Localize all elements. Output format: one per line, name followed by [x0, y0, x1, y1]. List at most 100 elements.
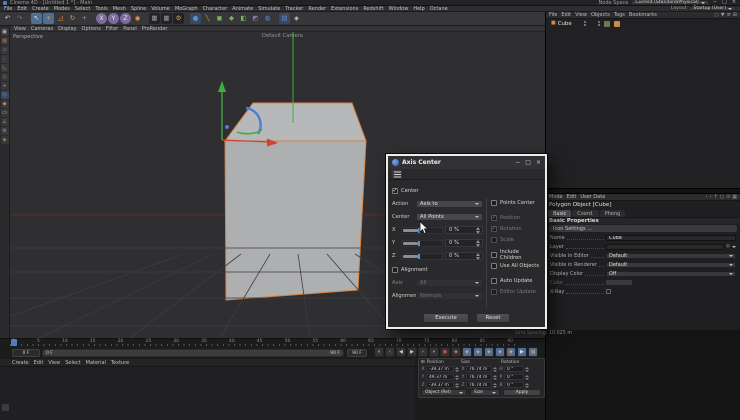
size-mode-select[interactable]: Size [470, 389, 500, 396]
viewport-menu-item[interactable]: Filter [106, 26, 118, 32]
dialog-maximize-button[interactable]: □ [525, 159, 531, 166]
am-icon[interactable]: ▦ [732, 194, 737, 200]
center-checkbox[interactable]: ✓ [392, 188, 398, 194]
transport-button[interactable]: ● [440, 347, 450, 357]
toolbar-button[interactable]: ▦ [149, 13, 160, 24]
node-space-select[interactable]: Current (Standard/Physical) [631, 0, 709, 5]
position-input[interactable]: -39.37 m [426, 382, 454, 388]
name-input[interactable]: Cube [606, 234, 736, 241]
am-menu-item[interactable]: User Data [580, 194, 605, 200]
close-button[interactable]: × [731, 0, 737, 5]
toolbar-button[interactable]: ╲ [202, 13, 213, 24]
transport-button[interactable]: ◆ [495, 347, 505, 357]
axis-value-field[interactable]: 0 % [445, 226, 483, 234]
menu-item[interactable]: Animate [232, 6, 253, 12]
om-menu-item[interactable]: File [549, 12, 557, 18]
om-menu-item[interactable]: Bookmarks [629, 12, 657, 18]
menu-item[interactable]: Select [75, 6, 90, 12]
viewport-menu-item[interactable]: ProRender [142, 26, 168, 32]
toolbar-button[interactable]: ↶ [2, 13, 13, 24]
palette-button[interactable]: ▱ [0, 46, 9, 54]
menu-item[interactable]: Window [389, 6, 409, 12]
dialog-titlebar[interactable]: Axis Center − □ × [388, 156, 545, 169]
axis-slider[interactable] [401, 252, 443, 260]
position-input[interactable]: -39.37 m [426, 366, 454, 372]
coord-mode-select[interactable]: Object (Rel) [421, 389, 467, 396]
palette-button[interactable]: ∴ [0, 55, 9, 63]
recent-commands-icon[interactable] [2, 404, 9, 411]
toolbar-button[interactable]: ◿ [55, 13, 66, 24]
menu-item[interactable]: Volume [151, 6, 170, 12]
toolbar-button[interactable]: X [96, 13, 107, 24]
am-menu-item[interactable]: Mode [549, 194, 563, 200]
viewport-menu-item[interactable]: Options [82, 26, 101, 32]
am-icon[interactable]: ‹ [705, 194, 707, 200]
attribute-tab[interactable]: Basic [548, 210, 572, 217]
object-row[interactable]: ■ Cube [551, 20, 740, 27]
spinner[interactable] [525, 374, 529, 380]
rotation-input[interactable]: 0 ° [504, 374, 524, 380]
transport-button[interactable]: ‹ [385, 347, 395, 357]
transport-button[interactable]: ▶ [407, 347, 417, 357]
toolbar-button[interactable]: ◍ [262, 13, 273, 24]
menu-item[interactable]: Octane [430, 6, 448, 12]
menu-item[interactable]: Help [413, 6, 424, 12]
om-menu-item[interactable]: Objects [591, 12, 610, 18]
visible-renderer-select[interactable]: Default [606, 261, 736, 268]
minimize-button[interactable]: − [712, 0, 718, 5]
alignment-checkbox[interactable] [392, 267, 398, 273]
om-menu-item[interactable]: View [575, 12, 587, 18]
size-input[interactable]: 76.74 m [466, 374, 492, 380]
palette-button[interactable]: ◎ [0, 91, 9, 99]
display-color-select[interactable]: Off [606, 270, 736, 277]
toolbar-button[interactable]: + [43, 13, 54, 24]
axis-value-field[interactable]: 0 % [445, 239, 483, 247]
rotation-input[interactable]: 0 ° [504, 382, 524, 388]
execute-button[interactable]: Execute [423, 313, 469, 323]
spinner[interactable] [476, 226, 480, 234]
transport-button[interactable]: ◆ [473, 347, 483, 357]
om-icon[interactable]: ▼ [721, 12, 725, 18]
rotation-input[interactable]: 0 ° [504, 366, 524, 372]
dialog-checkbox-row[interactable]: Include Children [491, 249, 541, 261]
timeline-range-slider[interactable]: 0 F 90 F [42, 349, 344, 357]
toolbar-button[interactable]: ◼ [214, 13, 225, 24]
toolbar-button[interactable]: ↖ [31, 13, 42, 24]
palette-button[interactable]: ⚙ [0, 127, 9, 135]
spinner[interactable] [455, 374, 459, 380]
size-input[interactable]: 76.74 m [466, 366, 492, 372]
menu-item[interactable]: Spline [131, 6, 146, 12]
toolbar-button[interactable]: ↻ [67, 13, 78, 24]
layout-select[interactable]: Startup (User) [689, 6, 736, 11]
transport-button[interactable]: ▶ [517, 347, 527, 357]
transport-button[interactable]: ◆ [484, 347, 494, 357]
material-menu-item[interactable]: Create [12, 360, 29, 366]
transport-button[interactable]: ◆ [506, 347, 516, 357]
spinner[interactable] [476, 239, 480, 247]
timeline-ruler[interactable]: 051015202530354045505560657075808590 [10, 339, 515, 346]
dialog-close-button[interactable]: × [536, 159, 541, 166]
toolbar-button[interactable]: Y [108, 13, 119, 24]
palette-button[interactable]: + [0, 82, 9, 90]
position-input[interactable]: 49.37 m [426, 374, 454, 380]
icon-settings-group[interactable]: Icon Settings ... [549, 225, 737, 232]
menu-item[interactable]: Mesh [113, 6, 126, 12]
om-icon[interactable]: ○ [714, 12, 718, 18]
xray-checkbox[interactable] [606, 289, 611, 294]
menu-item[interactable]: Modes [54, 6, 70, 12]
layer-input[interactable] [606, 243, 725, 250]
dialog-checkbox-row[interactable]: Points Center [491, 198, 541, 208]
toolbar-button[interactable]: ◩ [250, 13, 261, 24]
dialog-checkbox-row[interactable]: Auto Update [491, 276, 541, 286]
material-menu-item[interactable]: View [48, 360, 60, 366]
dialog-checkbox-row[interactable]: ✓ Rotation [491, 224, 541, 234]
spinner[interactable] [455, 382, 459, 388]
menu-item[interactable]: Render [308, 6, 326, 12]
om-menu-item[interactable]: Edit [561, 12, 571, 18]
viewport-menu-item[interactable]: Cameras [31, 26, 53, 32]
menu-item[interactable]: MoGraph [175, 6, 198, 12]
spinner[interactable] [493, 382, 497, 388]
transport-button[interactable]: ▦ [528, 347, 538, 357]
apply-button[interactable]: Apply [503, 389, 541, 396]
center-select[interactable]: All Points [416, 213, 483, 221]
